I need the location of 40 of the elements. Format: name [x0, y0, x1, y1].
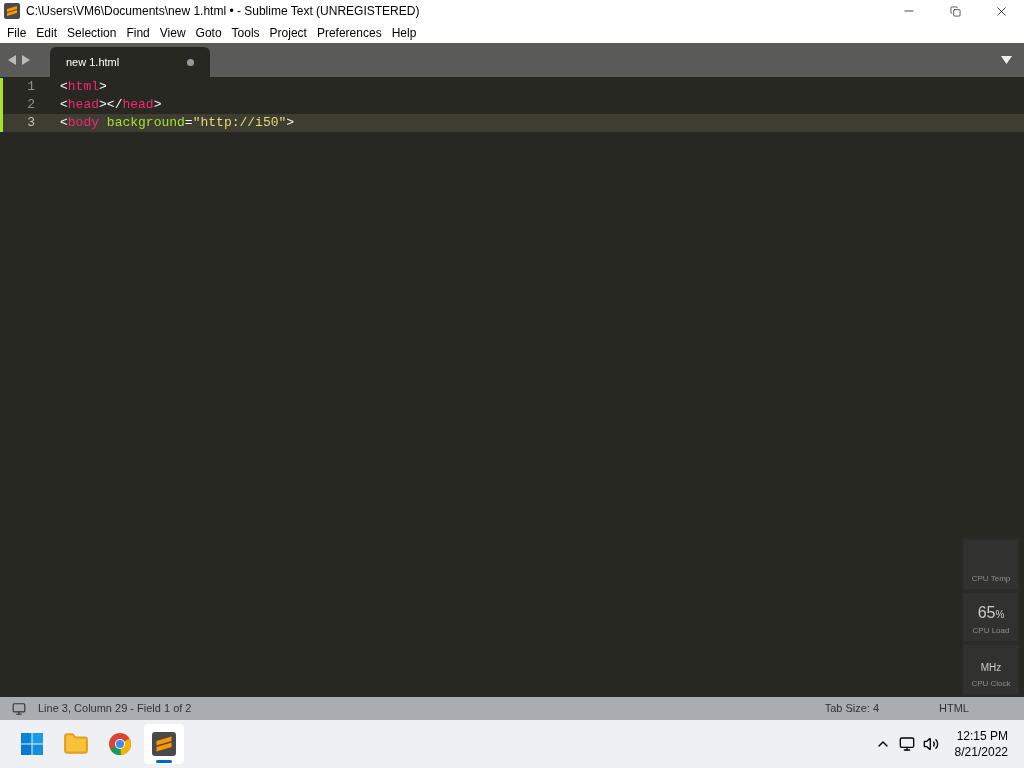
menu-item[interactable]: Preferences: [311, 23, 387, 42]
tab-size[interactable]: Tab Size: 4: [824, 700, 880, 717]
menu-item[interactable]: Project: [264, 23, 312, 42]
code-line: 2 <head></head>: [0, 96, 1024, 114]
menu-item[interactable]: Selection: [62, 23, 122, 42]
clock-date[interactable]: 8/21/2022: [954, 744, 1008, 760]
file-tab[interactable]: new 1.html: [50, 47, 210, 77]
menu-item[interactable]: View: [154, 23, 191, 42]
line-number: 1: [26, 78, 35, 96]
menu-item[interactable]: Goto: [190, 23, 227, 42]
tab-list-dropdown-icon[interactable]: [1001, 56, 1012, 64]
panel-toggle-icon[interactable]: [12, 701, 26, 716]
cursor-position: Line 3, Column 29 - Field 1 of 2: [38, 701, 192, 717]
next-tab-icon[interactable]: [21, 55, 30, 65]
menu-item[interactable]: Edit: [31, 23, 63, 42]
taskbar-app[interactable]: [144, 724, 184, 764]
network-icon[interactable]: [898, 736, 915, 752]
code-line: 1 <html>: [0, 78, 1024, 96]
menu-item[interactable]: File: [2, 23, 32, 42]
clock-time[interactable]: 12:15 PM: [956, 728, 1008, 744]
folder-icon: [63, 731, 89, 757]
restore-icon: [949, 5, 961, 17]
gadget-label: CPU Temp: [971, 572, 1011, 585]
browser-icon: [108, 732, 132, 756]
window-title: C:\Users\VM6\Documents\new 1.html • - Sublime Text (UNREGISTERED): [26, 3, 420, 20]
volume-icon[interactable]: [922, 736, 939, 752]
syntax-mode[interactable]: HTML: [939, 700, 969, 717]
menu-item[interactable]: Tools: [226, 23, 265, 42]
app-icon: [4, 3, 20, 19]
gadget-value: 65%: [977, 603, 1005, 624]
line-number: 3: [26, 114, 35, 132]
menu-item[interactable]: Find: [121, 23, 155, 42]
windows-logo-icon: [20, 732, 44, 756]
previous-tab-icon[interactable]: [8, 55, 17, 65]
menu-item[interactable]: Help: [386, 23, 422, 42]
gadget-value: MHz: [980, 661, 1002, 675]
sublime-text-icon: [152, 732, 176, 756]
gadget-label: CPU Load: [972, 625, 1010, 638]
gadget-label: CPU Clock: [971, 678, 1011, 690]
line-number: 2: [26, 96, 35, 114]
